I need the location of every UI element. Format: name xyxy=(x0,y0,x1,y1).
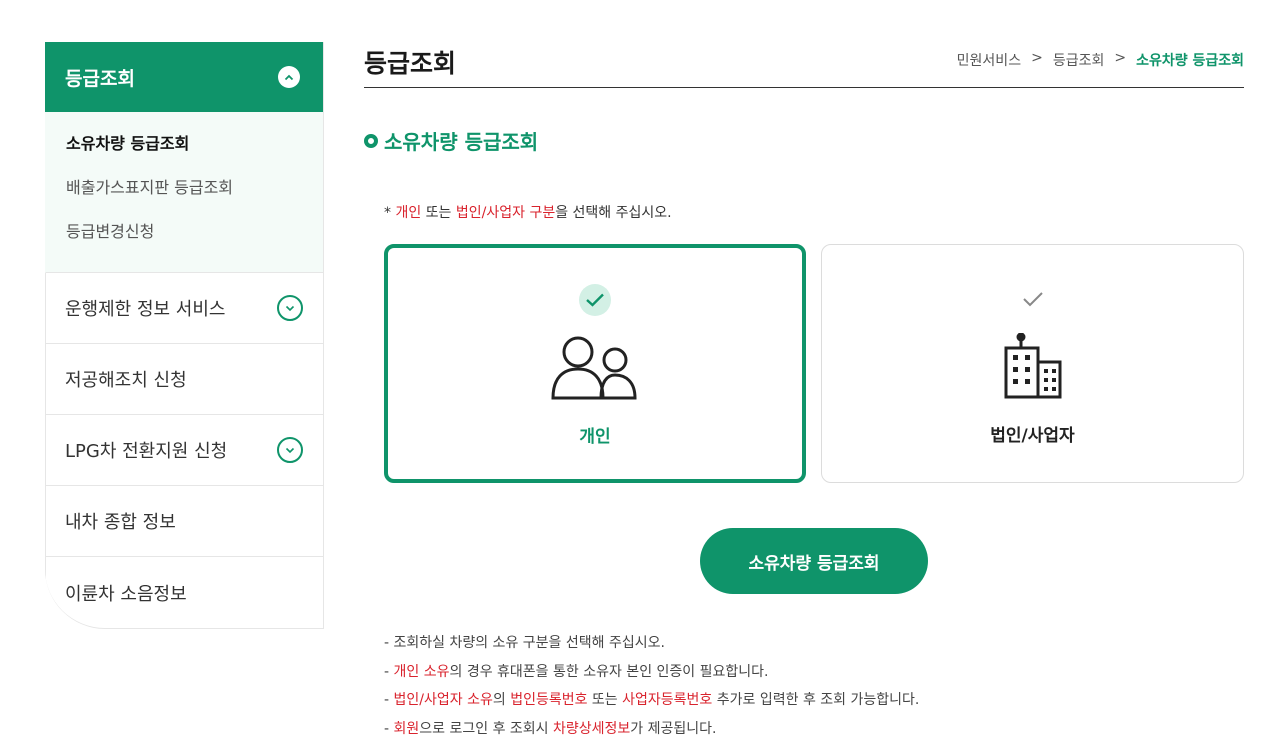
note-text: 의 xyxy=(492,692,511,708)
sidebar-subitem-owned-vehicle[interactable]: 소유차량 등급조회 xyxy=(66,130,303,174)
check-icon xyxy=(1017,283,1049,315)
sidebar-item-lpg-conversion[interactable]: LPG차 전환지원 신청 xyxy=(45,415,323,486)
sidebar-item-label: LPG차 전환지원 신청 xyxy=(65,441,228,462)
sidebar-item-label: 운행제한 정보 서비스 xyxy=(65,299,226,320)
note-highlight: 개인 소유 xyxy=(393,663,450,680)
chevron-up-icon[interactable] xyxy=(278,66,300,88)
sidebar-item-label: 저공해조치 신청 xyxy=(65,370,187,391)
chevron-down-icon[interactable] xyxy=(277,437,303,463)
sidebar-item-restriction-info[interactable]: 운행제한 정보 서비스 xyxy=(45,273,323,344)
section-title: 소유차량 등급조회 xyxy=(364,126,538,155)
sidebar-item-label: 이륜차 소음정보 xyxy=(65,583,187,605)
sidebar-header-label: 등급조회 xyxy=(65,67,135,90)
notice-text: 을 선택해 주십시오. xyxy=(555,205,672,221)
building-icon xyxy=(1003,332,1063,403)
note-item: - 조회하실 차량의 소유 구분을 선택해 주십시오. xyxy=(384,633,919,662)
note-text: 으로 로그인 후 조회시 xyxy=(419,720,554,737)
breadcrumb-separator: > xyxy=(1031,50,1043,66)
breadcrumb: 민원서비스 > 등급조회 > 소유차량 등급조회 xyxy=(957,50,1244,70)
section-title-text: 소유차량 등급조회 xyxy=(384,130,539,154)
breadcrumb-separator: > xyxy=(1114,50,1127,66)
owner-type-card-personal[interactable]: 개인 xyxy=(384,244,806,483)
note-text: 가 제공됩니다. xyxy=(630,720,717,737)
note-text: - 조회하실 차량의 소유 구분을 선택해 주십시오. xyxy=(384,635,665,651)
note-highlight: 법인/사업자 소유 xyxy=(393,692,493,708)
note-highlight: 차량상세정보 xyxy=(553,720,631,737)
note-highlight: 법인등록번호 xyxy=(510,692,588,708)
breadcrumb-item[interactable]: 민원서비스 xyxy=(957,50,1021,70)
breadcrumb-current: 소유차량 등급조회 xyxy=(1136,53,1244,69)
owned-vehicle-grade-query-button[interactable]: 소유차량 등급조회 xyxy=(700,528,928,594)
check-icon xyxy=(579,284,611,316)
note-text: - xyxy=(384,720,394,737)
notice-highlight: 법인/사업자 구분 xyxy=(455,205,556,221)
note-text: - xyxy=(384,692,394,708)
sidebar-item-motorcycle-noise[interactable]: 이륜차 소음정보 xyxy=(45,557,323,628)
guide-notes: - 조회하실 차량의 소유 구분을 선택해 주십시오. - 개인 소유의 경우 … xyxy=(384,633,919,746)
notice-text: 또는 xyxy=(421,205,456,221)
selection-notice: * 개인 또는 법인/사업자 구분을 선택해 주십시오. xyxy=(384,202,672,222)
note-text: 의 경우 휴대폰을 통한 소유자 본인 인증이 필요합니다. xyxy=(449,663,769,680)
note-item: - 개인 소유의 경우 휴대폰을 통한 소유자 본인 인증이 필요합니다. xyxy=(384,662,919,691)
sidebar-item-vehicle-info[interactable]: 내차 종합 정보 xyxy=(45,486,323,557)
card-label-corporate: 법인/사업자 xyxy=(990,426,1075,446)
note-text: 추가로 입력한 후 조회 가능합니다. xyxy=(712,692,920,708)
title-divider xyxy=(364,87,1244,88)
sidebar: 등급조회 소유차량 등급조회 배출가스표지판 등급조회 등급변경신청 운행제한 … xyxy=(45,42,324,629)
page-title: 등급조회 xyxy=(364,49,457,78)
note-text: 또는 xyxy=(587,692,623,708)
breadcrumb-item[interactable]: 등급조회 xyxy=(1053,50,1105,70)
card-label-personal: 개인 xyxy=(579,427,611,447)
owner-type-card-corporate[interactable]: 법인/사업자 xyxy=(821,244,1244,483)
note-item: - 법인/사업자 소유의 법인등록번호 또는 사업자등록번호 추가로 입력한 후… xyxy=(384,690,919,719)
sidebar-header-grade-lookup[interactable]: 등급조회 xyxy=(45,42,323,112)
notice-prefix: * xyxy=(384,205,396,221)
people-icon xyxy=(551,334,639,406)
sidebar-subitem-grade-change[interactable]: 등급변경신청 xyxy=(66,218,303,262)
note-text: - xyxy=(384,663,394,680)
notice-highlight: 개인 xyxy=(395,205,422,221)
note-highlight: 회원 xyxy=(393,720,420,737)
sidebar-subitem-emission-sign[interactable]: 배출가스표지판 등급조회 xyxy=(66,174,303,218)
sidebar-item-label: 내차 종합 정보 xyxy=(65,512,176,533)
note-highlight: 사업자등록번호 xyxy=(622,692,713,708)
chevron-down-icon[interactable] xyxy=(277,295,303,321)
note-item: - 회원으로 로그인 후 조회시 차량상세정보가 제공됩니다. xyxy=(384,719,919,746)
bullet-ring-icon xyxy=(364,133,378,148)
sidebar-submenu: 소유차량 등급조회 배출가스표지판 등급조회 등급변경신청 xyxy=(45,112,323,273)
sidebar-item-low-emission[interactable]: 저공해조치 신청 xyxy=(45,344,323,415)
